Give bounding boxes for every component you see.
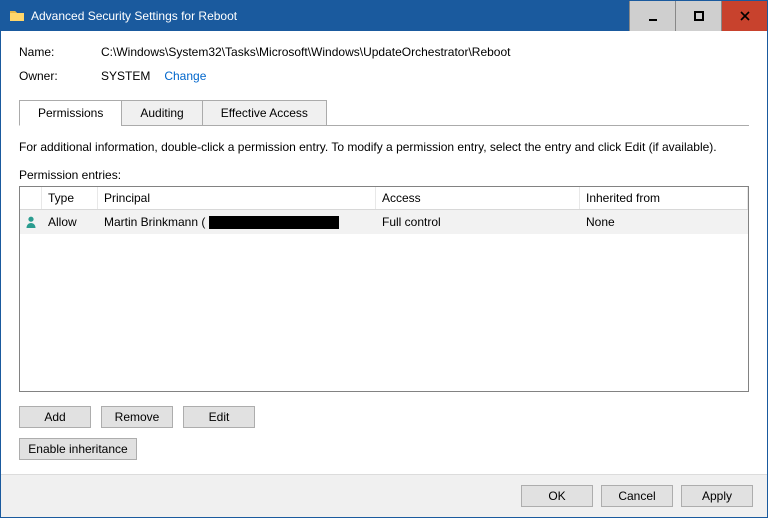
name-value: C:\Windows\System32\Tasks\Microsoft\Wind…	[101, 45, 510, 59]
enable-inheritance-button[interactable]: Enable inheritance	[19, 438, 137, 460]
col-header-type[interactable]: Type	[42, 187, 98, 209]
cell-access: Full control	[376, 212, 580, 232]
edit-button[interactable]: Edit	[183, 406, 255, 428]
remove-button[interactable]: Remove	[101, 406, 173, 428]
col-header-inherited[interactable]: Inherited from	[580, 187, 748, 209]
tab-effective-access[interactable]: Effective Access	[202, 100, 327, 126]
ok-button[interactable]: OK	[521, 485, 593, 507]
tab-permissions[interactable]: Permissions	[19, 100, 122, 126]
window-frame: Advanced Security Settings for Reboot Na…	[0, 0, 768, 518]
inheritance-buttons: Enable inheritance	[19, 438, 749, 460]
permission-entries-grid[interactable]: Type Principal Access Inherited from All…	[19, 186, 749, 392]
folder-icon	[9, 8, 25, 24]
name-label: Name:	[19, 45, 101, 59]
col-header-principal[interactable]: Principal	[98, 187, 376, 209]
minimize-button[interactable]	[629, 1, 675, 31]
cell-type: Allow	[42, 212, 98, 232]
owner-value: SYSTEM	[101, 69, 150, 83]
tab-body: For additional information, double-click…	[19, 126, 749, 460]
titlebar[interactable]: Advanced Security Settings for Reboot	[1, 1, 767, 31]
apply-button[interactable]: Apply	[681, 485, 753, 507]
entries-label: Permission entries:	[19, 168, 749, 182]
cancel-button[interactable]: Cancel	[601, 485, 673, 507]
window-controls	[629, 1, 767, 31]
col-header-access[interactable]: Access	[376, 187, 580, 209]
tab-auditing[interactable]: Auditing	[121, 100, 202, 126]
change-owner-link[interactable]: Change	[164, 69, 206, 83]
close-button[interactable]	[721, 1, 767, 31]
owner-field: Owner: SYSTEM Change	[19, 69, 749, 83]
info-text: For additional information, double-click…	[19, 140, 749, 154]
content-area: Name: C:\Windows\System32\Tasks\Microsof…	[1, 31, 767, 474]
col-header-icon[interactable]	[20, 187, 42, 209]
cell-principal: Martin Brinkmann (	[98, 212, 376, 232]
grid-header: Type Principal Access Inherited from	[20, 187, 748, 210]
window-title: Advanced Security Settings for Reboot	[31, 9, 629, 23]
dialog-buttons: OK Cancel Apply	[1, 474, 767, 517]
redacted-block	[209, 216, 339, 229]
owner-label: Owner:	[19, 69, 101, 83]
entry-buttons: Add Remove Edit	[19, 406, 749, 428]
add-button[interactable]: Add	[19, 406, 91, 428]
maximize-button[interactable]	[675, 1, 721, 31]
table-row[interactable]: Allow Martin Brinkmann ( Full control No…	[20, 210, 748, 234]
tab-strip: Permissions Auditing Effective Access	[19, 99, 749, 126]
user-icon	[20, 215, 42, 229]
name-field: Name: C:\Windows\System32\Tasks\Microsof…	[19, 45, 749, 59]
cell-inherited: None	[580, 212, 748, 232]
principal-name: Martin Brinkmann (	[104, 215, 205, 229]
